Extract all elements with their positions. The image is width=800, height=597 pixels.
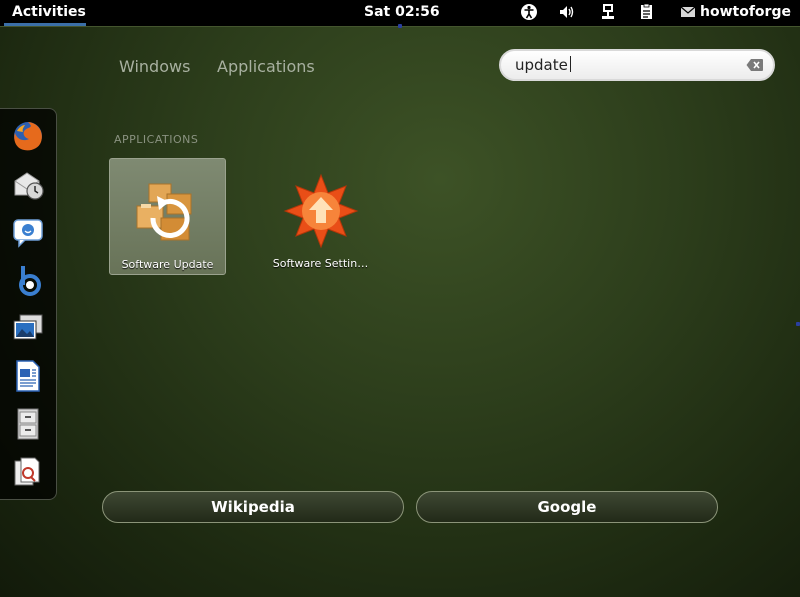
file-cabinet-icon[interactable]	[11, 407, 45, 441]
document-viewer-icon[interactable]	[11, 455, 45, 489]
app-label: Software Update	[121, 258, 214, 271]
banshee-music-icon[interactable]	[11, 263, 45, 297]
app-label: Software Settin…	[272, 257, 369, 270]
writer-document-icon[interactable]	[11, 359, 45, 393]
accessibility-icon[interactable]	[520, 3, 538, 21]
search-input[interactable]: update	[515, 56, 571, 74]
empathy-chat-icon[interactable]	[11, 215, 45, 249]
evolution-mail-icon[interactable]	[11, 167, 45, 201]
section-title: APPLICATIONS	[114, 133, 199, 146]
app-software-settings[interactable]: Software Settin…	[262, 158, 379, 275]
edge-marker	[796, 322, 800, 326]
app-software-update[interactable]: Software Update	[109, 158, 226, 275]
search-google-button[interactable]: Google	[416, 491, 718, 523]
activities-button[interactable]: Activities	[12, 4, 86, 20]
volume-icon[interactable]	[558, 3, 576, 21]
clipboard-icon[interactable]	[638, 3, 656, 21]
clear-search-icon[interactable]	[746, 58, 764, 72]
shotwell-photos-icon[interactable]	[11, 311, 45, 345]
search-wikipedia-button[interactable]: Wikipedia	[102, 491, 404, 523]
software-settings-icon	[283, 173, 359, 249]
tab-windows[interactable]: Windows	[119, 57, 190, 76]
user-menu[interactable]: howtoforge	[700, 4, 791, 20]
firefox-icon[interactable]	[11, 119, 45, 153]
software-update-icon	[136, 183, 192, 241]
search-entry[interactable]: update	[499, 49, 775, 81]
hot-corner-marker	[398, 24, 402, 28]
top-panel: Activities Sat 02:56 howtoforge	[0, 0, 800, 26]
tab-applications[interactable]: Applications	[217, 57, 315, 76]
clock[interactable]: Sat 02:56	[364, 4, 440, 20]
user-icon[interactable]	[680, 3, 698, 21]
dash	[0, 108, 57, 500]
network-icon[interactable]	[599, 3, 617, 21]
